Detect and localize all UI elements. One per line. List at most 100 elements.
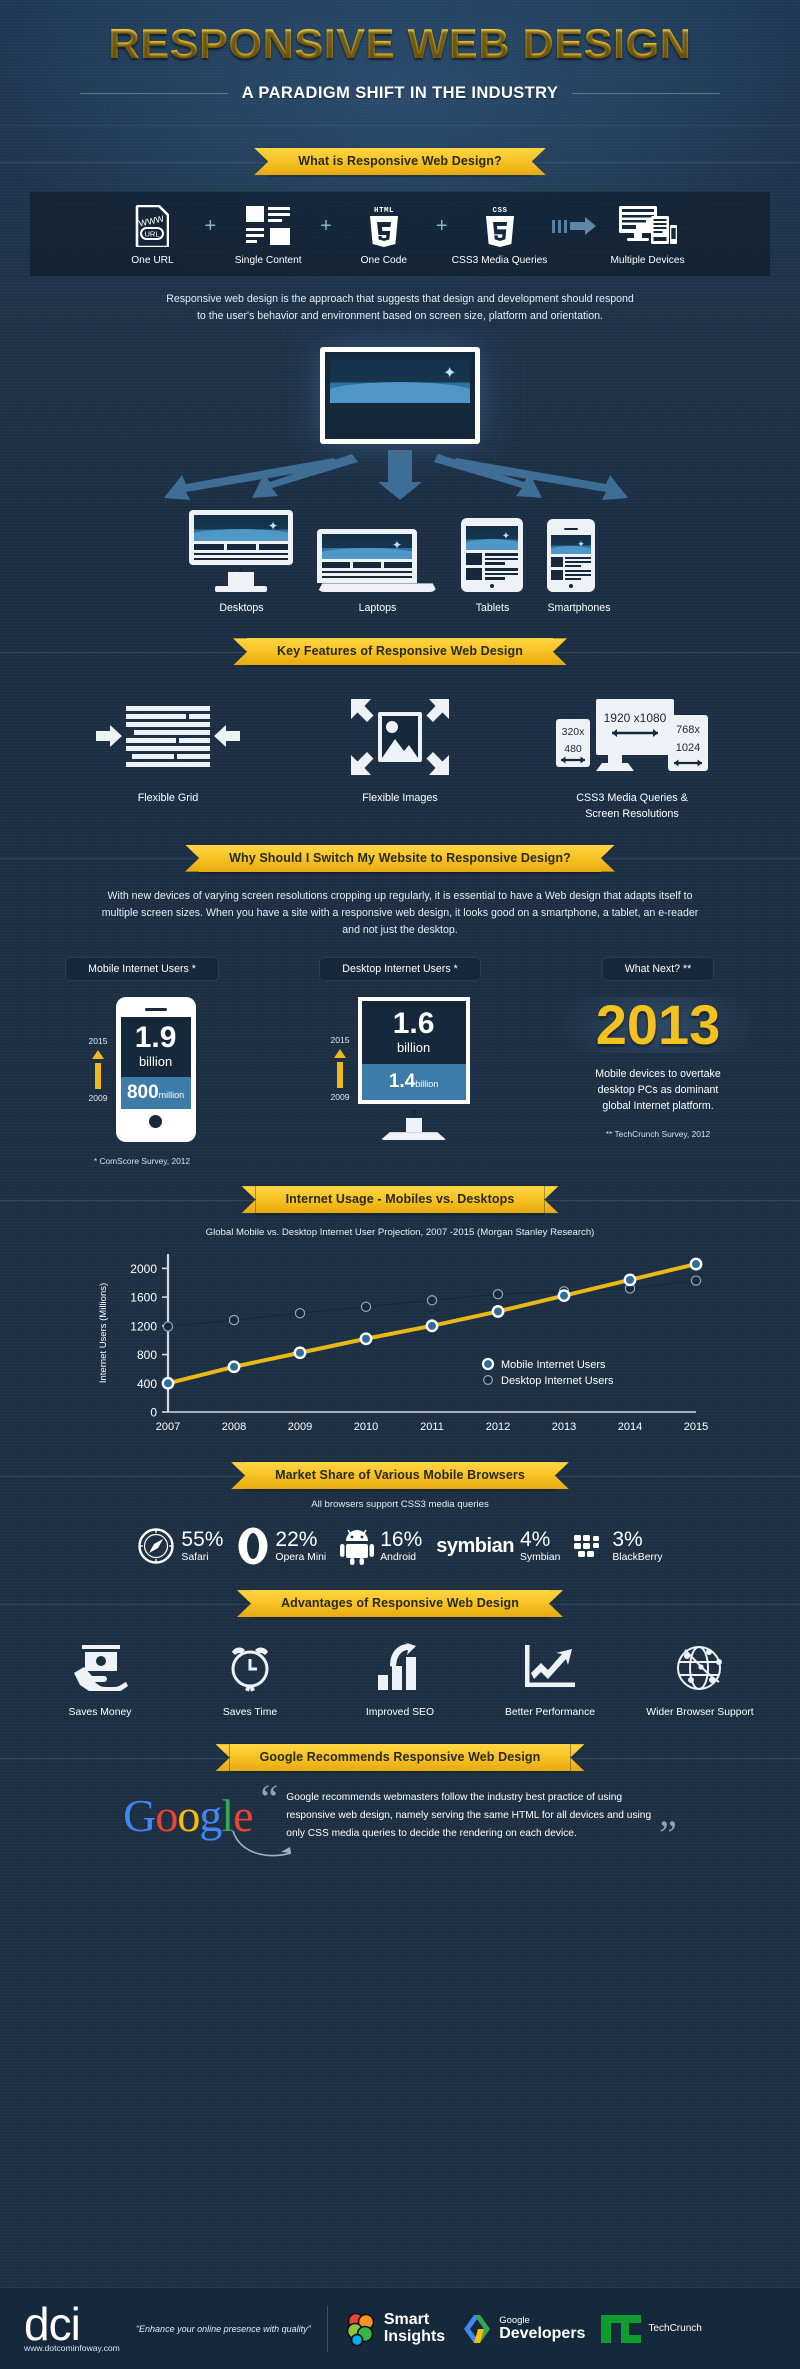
data-point: [491, 1305, 505, 1318]
resolution-mobile-h: 480: [564, 743, 582, 755]
quote-open-icon: “: [260, 1776, 279, 1822]
opera-icon: [238, 1527, 268, 1565]
multiple-devices-icon: [600, 204, 696, 248]
hero-screen-content: ✦: [325, 352, 475, 440]
stat-value-top: 1.9: [134, 1021, 177, 1055]
legend-label: Mobile Internet Users: [501, 1359, 606, 1371]
footer: dci www.dotcominfoway.com "Enhance your …: [0, 2287, 800, 2369]
device-smartphone: ✦ Smartphones: [547, 518, 611, 614]
next-line3: global Internet platform.: [602, 1099, 714, 1112]
advantage-label: Improved SEO: [365, 1707, 435, 1719]
techcrunch-icon: [601, 2314, 642, 2343]
stat-what-next: What Next? ** 2013 Mobile devices to ove…: [538, 957, 778, 1166]
why-line3: and not just the desktop.: [342, 923, 458, 936]
data-point: [228, 1314, 240, 1326]
rwd-formula: WWW URL One URL + Single Content + HTML …: [30, 191, 770, 277]
formula-item-multiple-devices: Multiple Devices: [600, 204, 696, 266]
symbian-icon: symbian: [436, 1534, 514, 1557]
stat-desktop-internet-users: Desktop Internet Users * 2015 2009 1.6 b…: [280, 957, 520, 1166]
tablet-icon: ✦: [461, 518, 524, 593]
legend-marker: [483, 1375, 494, 1386]
x-tick-label: 2010: [354, 1421, 378, 1433]
legend-label: Desktop Internet Users: [501, 1375, 614, 1387]
stat-footnote: ** TechCrunch Survey, 2012: [605, 1128, 711, 1139]
chart-container: 0 400 800 1200 1600 2000 Internet Users (Milli…: [0, 1246, 800, 1446]
smartphone-stat-icon: 1.9 billion 800million: [115, 997, 196, 1143]
rwd-definition-line1: Responsive web design is the approach th…: [166, 293, 634, 305]
ribbon-why-switch: Why Should I Switch My Website to Respon…: [199, 844, 601, 872]
desktop-stat-icon: 1.6 billion 1.4billion: [357, 997, 470, 1141]
x-tick-label: 2013: [552, 1421, 576, 1433]
year-axis: 2015 2009: [330, 1035, 349, 1102]
google-quote-text: Google recommends webmasters follow the …: [286, 1789, 651, 1843]
browser-safari: 55% Safari: [137, 1527, 223, 1565]
plus-separator-3: +: [435, 214, 448, 237]
quote-line3: only CSS media queries to decide the ren…: [286, 1827, 577, 1839]
device-desktop: ✦ Desktops: [189, 510, 294, 614]
formula-item-one-url: WWW URL One URL: [104, 204, 200, 266]
ribbon-what-is-rwd-row: What is Responsive Web Design?: [0, 148, 800, 175]
google-logo-letter-0: G: [123, 1789, 156, 1841]
x-tick-label: 2008: [222, 1421, 246, 1433]
device-family: ✦ Desktops ✦ Laptops ✦ Tablets ✦ Smartph…: [0, 510, 800, 614]
device-laptop: ✦ Laptops: [317, 529, 438, 615]
stat-footnote: * ComScore Survey, 2012: [93, 1156, 191, 1167]
ribbon-google-row: Google Recommends Responsive Web Design: [0, 1744, 800, 1772]
data-point: [557, 1289, 571, 1303]
stats-row: Mobile Internet Users * 2015 2009 1.9 bi…: [0, 957, 800, 1166]
why-line1: With new devices of varying screen resol…: [107, 889, 693, 902]
data-point: [360, 1301, 372, 1313]
key-feature-media-queries: 1920 x1080 320x 480 768x 1024 CSS3 Media…: [537, 691, 727, 822]
formula-item-css3: CSS CSS3 Media Queries: [452, 204, 548, 266]
partner-line1: Smart: [383, 2311, 430, 2329]
key-feature-flexible-images: Flexible Images: [305, 691, 495, 822]
advantage-label: Wider Browser Support: [646, 1707, 754, 1719]
advantage-better-performance: Better Performance: [485, 1637, 615, 1718]
y-tick-label: 800: [137, 1348, 157, 1362]
browser-opera-mini: 22% Opera Mini: [237, 1526, 326, 1566]
ribbon-why-switch-row: Why Should I Switch My Website to Respon…: [0, 844, 800, 872]
y-tick-label: 1600: [130, 1291, 157, 1305]
key-feature-label-line2: Screen Resolutions: [585, 807, 679, 820]
footer-divider: [326, 2305, 328, 2352]
key-feature-label: Flexible Images: [362, 792, 438, 805]
alarm-clock-icon: [185, 1637, 315, 1697]
blackberry-icon: [574, 1535, 600, 1558]
quote-line1: Google recommends webmasters follow the …: [286, 1792, 623, 1804]
svg-text:HTML: HTML: [374, 207, 394, 215]
advantage-label: Saves Money: [68, 1707, 132, 1719]
advantage-label: Saves Time: [222, 1707, 278, 1719]
browser-percent: 4%: [519, 1528, 551, 1552]
svg-text:WWW: WWW: [138, 213, 166, 228]
advantage-label: Better Performance: [504, 1707, 596, 1719]
key-feature-label: Flexible Grid: [137, 792, 199, 805]
advantage-wider-browser-support: Wider Browser Support: [635, 1637, 765, 1718]
data-point: [689, 1257, 703, 1271]
page-subtitle: A PARADIGM SHIFT IN THE INDUSTRY: [241, 84, 559, 102]
device-label: Laptops: [358, 602, 397, 615]
year-bottom: 2009: [330, 1092, 350, 1103]
ribbon-internet-usage: Internet Usage - Mobiles vs. Desktops: [255, 1186, 545, 1214]
infographic-page: RESPONSIVE WEB DESIGN A PARADIGM SHIFT I…: [0, 0, 800, 2369]
device-tablet: ✦ Tablets: [461, 518, 524, 615]
device-label: Tablets: [475, 602, 510, 615]
browser-android: 16% Android: [340, 1527, 422, 1566]
quote-close-icon: ”: [659, 1811, 677, 1857]
ribbon-browsers: Market Share of Various Mobile Browsers: [245, 1462, 555, 1490]
android-icon: [340, 1529, 375, 1566]
dci-brand: dci www.dotcominfoway.com: [24, 2301, 120, 2354]
single-content-icon: [220, 204, 316, 248]
year-2013: 2013: [538, 997, 778, 1054]
plus-separator-1: +: [204, 214, 217, 237]
hero-monitor-icon: ✦: [320, 347, 480, 445]
speaker-icon: [144, 1008, 167, 1012]
stat-unit-bottom: billion: [415, 1079, 439, 1090]
partner-techcrunch: TechCrunch: [601, 2313, 702, 2345]
flexible-grid-icon: [73, 691, 263, 783]
browsers-note: All browsers support CSS3 media queries: [311, 1499, 489, 1511]
data-point: [227, 1360, 241, 1374]
year-axis: 2015 2009: [88, 1036, 107, 1103]
browser-percent: 22%: [275, 1528, 318, 1552]
x-tick-label: 2014: [618, 1421, 642, 1433]
svg-text:CSS: CSS: [492, 207, 507, 215]
